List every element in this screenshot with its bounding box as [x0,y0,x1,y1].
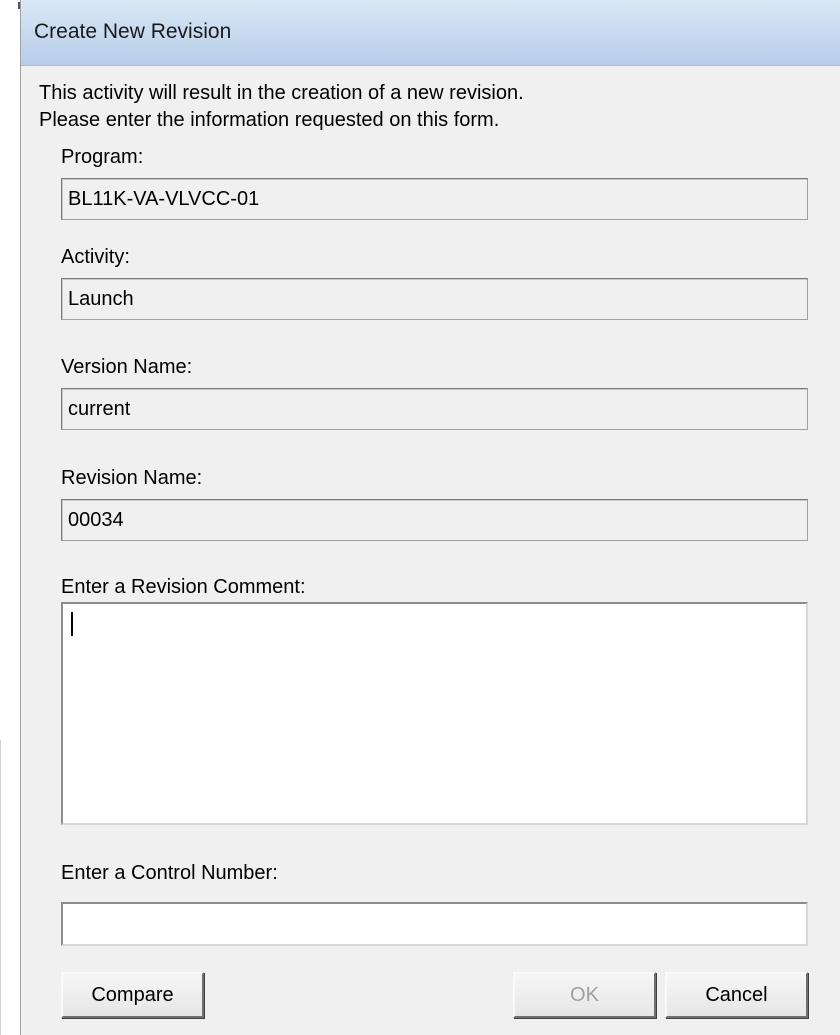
activity-field: Launch [61,278,808,320]
control-number-input[interactable] [61,902,808,946]
program-label: Program: [61,146,144,168]
ok-button[interactable]: OK [513,972,656,1018]
text-cursor [71,612,73,636]
revision-name-field: 00034 [61,499,808,541]
dialog-title: Create New Revision [34,20,232,43]
control-number-label: Enter a Control Number: [61,862,278,884]
revision-comment-textarea[interactable] [61,602,808,825]
revision-comment-label: Enter a Revision Comment: [61,576,306,598]
create-revision-dialog: Create New Revision This activity will r… [20,0,840,1035]
program-field: BL11K-VA-VLVCC-01 [61,178,808,220]
background-edge [0,740,1,1035]
version-name-label: Version Name: [61,356,193,378]
activity-label: Activity: [61,246,130,268]
cancel-button[interactable]: Cancel [665,972,808,1018]
compare-button[interactable]: Compare [61,972,204,1018]
intro-line-2: Please enter the information requested o… [39,109,500,131]
revision-name-label: Revision Name: [61,467,203,489]
intro-text: This activity will result in the creatio… [39,80,524,134]
dialog-titlebar[interactable]: Create New Revision [21,0,840,66]
version-name-field: current [61,388,808,430]
intro-line-1: This activity will result in the creatio… [39,82,524,104]
